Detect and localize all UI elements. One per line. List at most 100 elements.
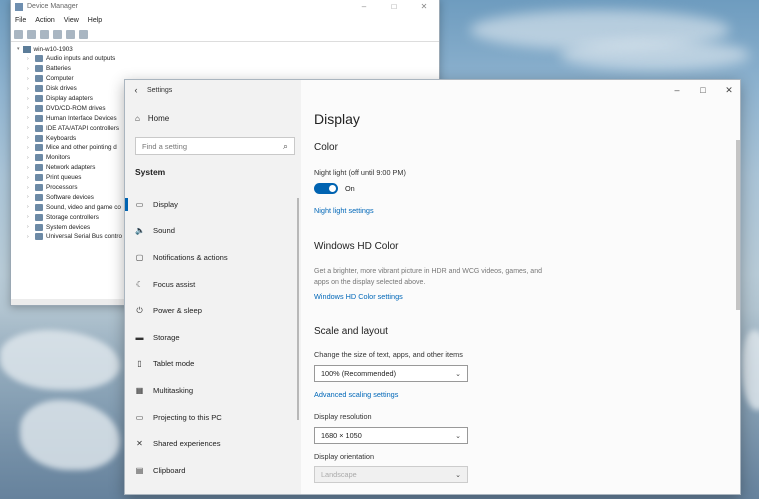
- nav-item-focus-assist[interactable]: ☾ Focus assist: [125, 271, 301, 298]
- chevron-right-icon[interactable]: ›: [27, 86, 32, 92]
- chevron-right-icon[interactable]: ›: [27, 56, 32, 62]
- scan-hardware-icon[interactable]: [79, 29, 88, 39]
- chevron-right-icon[interactable]: ›: [27, 185, 32, 191]
- nav-item-label: Display: [153, 199, 178, 209]
- tree-node[interactable]: › Batteries: [17, 64, 439, 74]
- tablet-icon: ▯: [137, 359, 142, 369]
- home-link[interactable]: ⌂ Home: [135, 114, 169, 123]
- device-icon: [35, 233, 43, 241]
- nav-item-sound[interactable]: 🔈 Sound: [125, 218, 301, 245]
- chevron-right-icon[interactable]: ›: [27, 165, 32, 171]
- chevron-right-icon[interactable]: ›: [27, 115, 32, 121]
- back-icon[interactable]: [14, 29, 23, 39]
- close-icon[interactable]: ✕: [716, 85, 740, 96]
- page-title: Display: [314, 111, 360, 127]
- device-manager-titlebar[interactable]: Device Manager – □ ✕: [11, 0, 439, 14]
- back-arrow-icon[interactable]: ‹: [125, 85, 147, 95]
- orientation-dropdown[interactable]: Landscape ⌄: [314, 466, 468, 483]
- nav-item-label: Focus assist: [153, 279, 196, 289]
- device-icon: [35, 55, 43, 63]
- tree-node-label: DVD/CD-ROM drives: [46, 104, 106, 112]
- maximize-icon[interactable]: □: [379, 2, 409, 11]
- computer-icon: [22, 45, 31, 53]
- chevron-right-icon[interactable]: ›: [27, 175, 32, 181]
- nav-item-shared-experiences[interactable]: ✕ Shared experiences: [125, 430, 301, 457]
- chevron-right-icon[interactable]: ›: [27, 234, 32, 240]
- menu-action[interactable]: Action: [35, 17, 54, 24]
- chevron-right-icon[interactable]: ›: [27, 125, 32, 131]
- chevron-right-icon[interactable]: ›: [27, 96, 32, 102]
- resolution-dropdown[interactable]: 1680 × 1050 ⌄: [314, 427, 468, 444]
- wallpaper-cloud: [560, 40, 750, 70]
- color-heading: Color: [314, 142, 338, 153]
- scale-value: 100% (Recommended): [321, 369, 397, 378]
- advanced-scaling-link[interactable]: Advanced scaling settings: [314, 390, 398, 399]
- device-icon: [35, 164, 43, 172]
- nav-item-power-sleep[interactable]: ⏻ Power & sleep: [125, 297, 301, 324]
- nav-item-projecting-to-this-pc[interactable]: ▭ Projecting to this PC: [125, 404, 301, 431]
- window-title: Device Manager: [27, 3, 78, 10]
- properties-icon[interactable]: [40, 29, 49, 39]
- scale-heading: Scale and layout: [314, 326, 388, 337]
- toolbar: [11, 27, 439, 42]
- tree-node-label: Keyboards: [46, 134, 77, 142]
- content-scrollbar[interactable]: [736, 140, 740, 310]
- tree-node-label: IDE ATA/ATAPI controllers: [46, 124, 120, 132]
- nav-item-tablet-mode[interactable]: ▯ Tablet mode: [125, 351, 301, 378]
- power-icon: ⏻: [136, 305, 143, 315]
- chevron-right-icon[interactable]: ›: [27, 105, 32, 111]
- chevron-right-icon[interactable]: ›: [27, 145, 32, 151]
- minimize-icon[interactable]: –: [664, 85, 690, 96]
- speaker-icon: 🔈: [135, 226, 145, 236]
- update-driver-icon[interactable]: [53, 29, 62, 39]
- search-icon: ⌕: [282, 140, 288, 151]
- menu-help[interactable]: Help: [88, 17, 102, 24]
- menu-file[interactable]: File: [15, 17, 26, 24]
- settings-window[interactable]: ⌂ Home Find a setting ⌕ System ▭ Display 🔈…: [124, 79, 741, 495]
- device-icon: [35, 95, 43, 102]
- orientation-label: Display orientation: [314, 452, 375, 461]
- chevron-right-icon[interactable]: ›: [27, 204, 32, 210]
- minimize-icon[interactable]: –: [349, 2, 379, 11]
- nav-item-multitasking[interactable]: ▦ Multitasking: [125, 377, 301, 404]
- orientation-value: Landscape: [321, 470, 357, 479]
- nav-item-notifications-actions[interactable]: ▢ Notifications & actions: [125, 244, 301, 271]
- scale-dropdown[interactable]: 100% (Recommended) ⌄: [314, 365, 468, 382]
- chevron-right-icon[interactable]: ›: [27, 76, 32, 82]
- help-icon[interactable]: [66, 29, 75, 39]
- nav-item-display[interactable]: ▭ Display: [125, 191, 301, 218]
- night-light-settings-link[interactable]: Night light settings: [314, 206, 374, 215]
- night-light-toggle[interactable]: [314, 183, 338, 194]
- tree-node-label: Universal Serial Bus contro: [46, 233, 122, 241]
- chevron-right-icon[interactable]: ›: [27, 224, 32, 230]
- toggle-state: On: [345, 184, 355, 193]
- forward-icon[interactable]: [27, 29, 36, 39]
- nav-item-label: Projecting to this PC: [153, 412, 222, 422]
- chevron-right-icon[interactable]: ›: [27, 135, 32, 141]
- chevron-right-icon[interactable]: ›: [27, 214, 32, 220]
- device-icon: [35, 213, 43, 221]
- tree-root[interactable]: ▾ win-w10-1903: [17, 44, 439, 54]
- nav-item-clipboard[interactable]: ▤ Clipboard: [125, 457, 301, 484]
- device-icon: [35, 124, 43, 132]
- close-icon[interactable]: ✕: [409, 2, 439, 11]
- chevron-right-icon[interactable]: ›: [27, 155, 32, 161]
- device-icon: [35, 85, 43, 93]
- hdr-heading: Windows HD Color: [314, 241, 399, 252]
- tree-node-label: Display adapters: [46, 95, 93, 102]
- chevron-right-icon[interactable]: ›: [27, 66, 32, 72]
- settings-titlebar[interactable]: ‹ Settings – □ ✕: [125, 80, 740, 100]
- maximize-icon[interactable]: □: [690, 85, 716, 96]
- device-icon: [35, 184, 43, 192]
- tree-node[interactable]: › Audio inputs and outputs: [17, 54, 439, 64]
- nav-item-label: Notifications & actions: [153, 252, 228, 262]
- chevron-down-icon[interactable]: ▾: [17, 46, 20, 52]
- sidebar-scrollbar[interactable]: [297, 198, 299, 420]
- monitor-icon: ▭: [135, 199, 144, 209]
- chevron-right-icon[interactable]: ›: [27, 194, 32, 200]
- nav-item-storage[interactable]: ▬ Storage: [125, 324, 301, 351]
- search-input[interactable]: Find a setting ⌕: [135, 137, 295, 155]
- hdr-settings-link[interactable]: Windows HD Color settings: [314, 292, 403, 301]
- nav-item-label: Clipboard: [153, 465, 186, 475]
- menu-view[interactable]: View: [64, 17, 79, 24]
